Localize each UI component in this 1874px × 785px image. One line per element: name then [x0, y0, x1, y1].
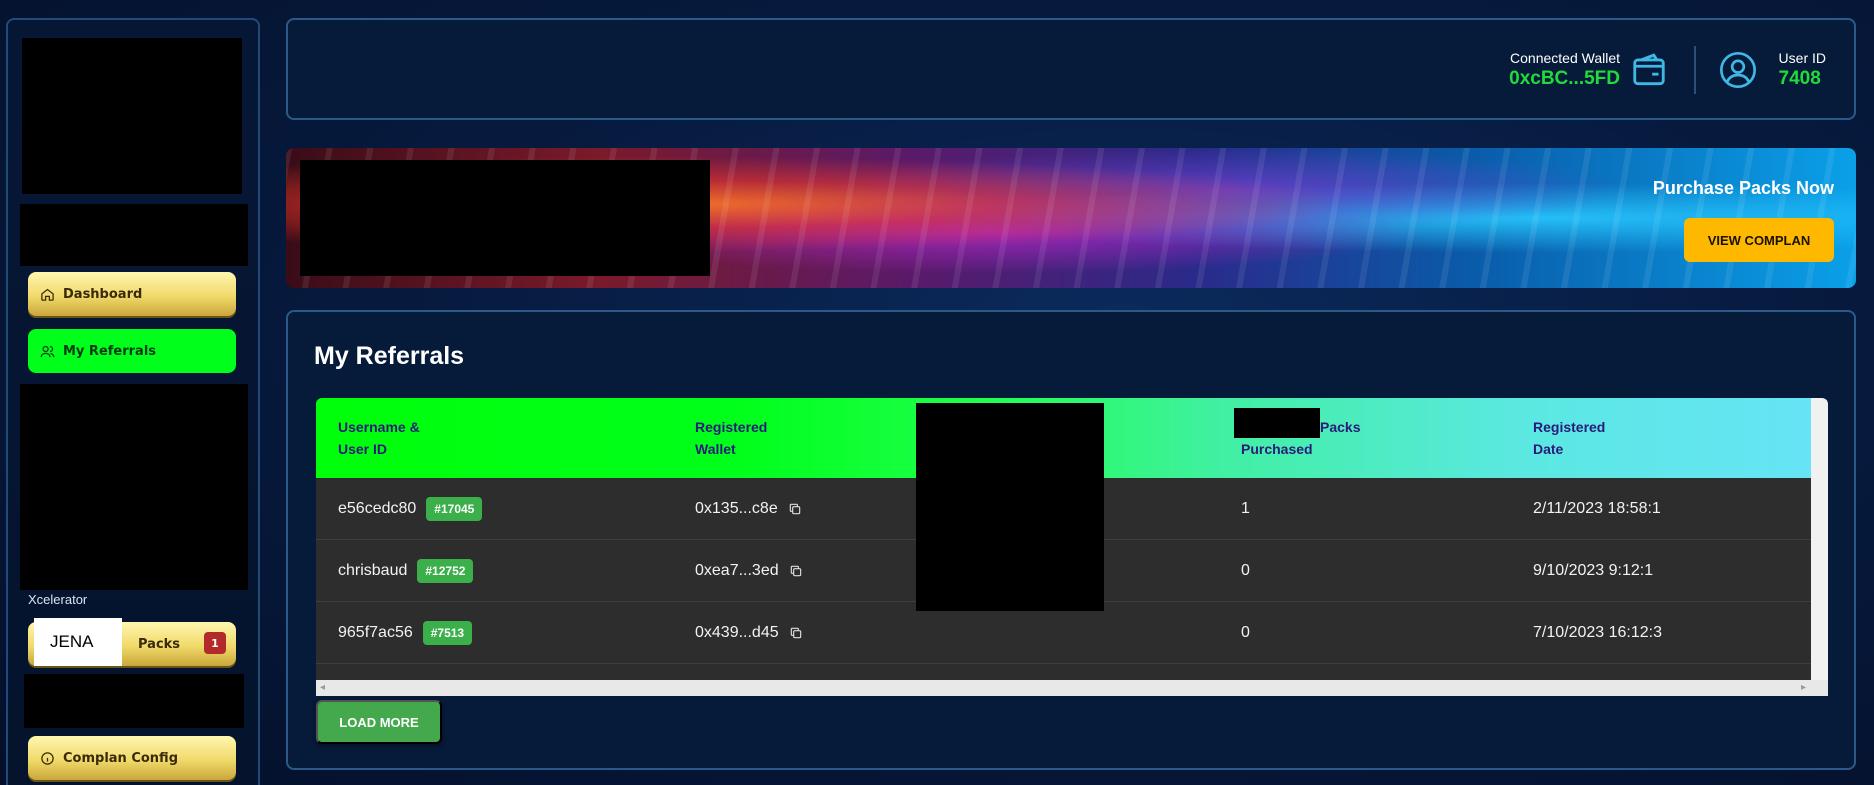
scroll-left-icon[interactable]: ◂	[320, 682, 325, 693]
redacted-block-3	[24, 674, 244, 728]
referrals-panel: My Referrals Username & User ID Register…	[286, 310, 1856, 770]
header-redacted	[1234, 408, 1320, 438]
user-id-badge: #7513	[422, 621, 473, 645]
user-id-badge: #17045	[426, 497, 483, 521]
sidebar-item-complan-config[interactable]: Complan Config	[28, 736, 236, 780]
table-row[interactable]: 965f7ac56 #7513 0x439...d45 0 7/10/2023 …	[316, 602, 1811, 664]
wallet-cell: 0xea7...3ed	[695, 540, 803, 602]
packs-count-badge: 1	[204, 632, 226, 654]
wallet-address: 0xea7...3ed	[695, 562, 779, 579]
col-purchased[interactable]: Purchased	[1241, 438, 1313, 460]
view-complan-button[interactable]: VIEW COMPLAN	[1684, 218, 1834, 262]
header-divider	[1694, 46, 1696, 94]
users-icon	[40, 345, 55, 357]
copy-icon[interactable]	[788, 502, 802, 516]
referrals-table: Username & User ID Registered Wallet Pac…	[316, 398, 1828, 680]
username-cell: e56cedc80 #17045	[338, 478, 483, 540]
section-label: Xcelerator	[28, 592, 88, 607]
sidebar: Dashboard My Referrals Xcelerator Packs …	[6, 18, 260, 785]
scroll-right-icon[interactable]: ▸	[1801, 682, 1806, 693]
page-title: My Referrals	[314, 342, 465, 370]
user-info: User ID 7408	[1779, 50, 1826, 90]
date-cell: 2/11/2023 18:58:1	[1533, 500, 1661, 517]
logo-redacted	[22, 38, 242, 194]
packs-cell: 1	[1241, 500, 1250, 517]
user-id-value: 7408	[1778, 68, 1821, 89]
username: chrisbaud	[338, 562, 408, 579]
banner-logo-redacted	[300, 160, 710, 276]
copy-icon[interactable]	[789, 626, 803, 640]
date-cell: 9/10/2023 9:12:1	[1533, 562, 1654, 579]
user-id-label: User ID	[1778, 50, 1826, 66]
sidebar-item-label: Packs	[138, 636, 181, 652]
scrollbar-thumb[interactable]	[1815, 418, 1824, 658]
home-icon	[41, 288, 54, 301]
packs-cell: 0	[1241, 624, 1250, 641]
wallet-cell: 0x135...c8e	[695, 478, 802, 540]
vertical-scrollbar[interactable]	[1811, 398, 1828, 680]
promo-banner: Purchase Packs Now VIEW COMPLAN	[286, 148, 1856, 288]
wallet-address: 0x135...c8e	[695, 500, 778, 517]
overlay-label: JENA	[34, 618, 122, 666]
col-username[interactable]: Username & User ID	[338, 416, 420, 460]
load-more-button[interactable]: LOAD MORE	[316, 700, 442, 744]
horizontal-scrollbar[interactable]: ◂ ▸	[316, 680, 1828, 696]
wallet-address: 0x439...d45	[695, 624, 779, 641]
col-date[interactable]: Registered Date	[1533, 416, 1605, 460]
col-wallet[interactable]: Registered Wallet	[695, 416, 767, 460]
sidebar-item-dashboard[interactable]: Dashboard	[28, 272, 236, 316]
copy-icon[interactable]	[789, 564, 803, 578]
wallet-cell: 0x439...d45	[695, 602, 803, 664]
sidebar-item-my-referrals[interactable]: My Referrals	[28, 329, 236, 373]
username: e56cedc80	[338, 500, 417, 517]
redacted-block-2	[20, 384, 248, 590]
wallet-info: Connected Wallet 0xcBC...5FD	[1509, 50, 1620, 90]
sidebar-item-label: Dashboard	[63, 286, 143, 302]
sidebar-item-label: My Referrals	[63, 343, 157, 359]
column-redacted	[916, 403, 1104, 611]
date-cell: 7/10/2023 16:12:3	[1533, 624, 1663, 641]
wallet-icon[interactable]	[1630, 52, 1668, 90]
banner-title: Purchase Packs Now	[1652, 178, 1834, 198]
user-icon[interactable]	[1718, 50, 1758, 90]
wallet-label: Connected Wallet	[1510, 50, 1620, 66]
col-packs[interactable]: Packs	[1320, 416, 1360, 438]
info-icon	[41, 751, 54, 765]
username-cell: chrisbaud #12752	[338, 540, 474, 602]
redacted-block-1	[20, 204, 248, 266]
top-header: Connected Wallet 0xcBC...5FD User ID 740…	[286, 18, 1856, 120]
sidebar-item-label: Complan Config	[63, 750, 179, 766]
packs-cell: 0	[1241, 562, 1250, 579]
user-id-badge: #12752	[417, 559, 474, 583]
username: 965f7ac56	[338, 624, 413, 641]
wallet-address[interactable]: 0xcBC...5FD	[1509, 68, 1620, 90]
username-cell: 965f7ac56 #7513	[338, 602, 473, 664]
